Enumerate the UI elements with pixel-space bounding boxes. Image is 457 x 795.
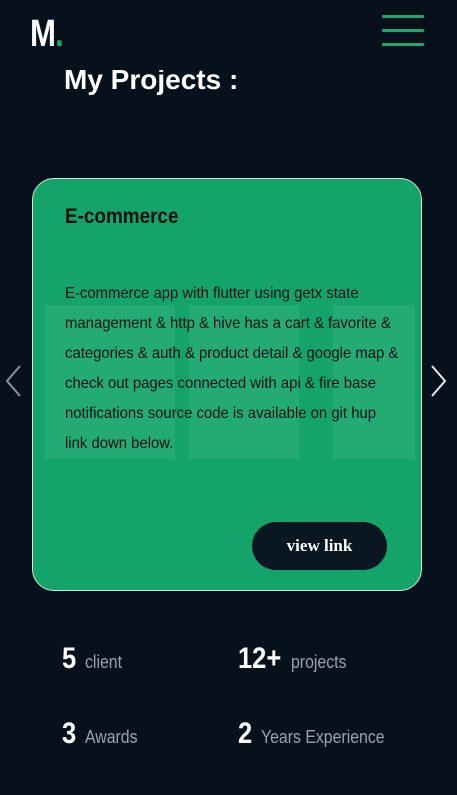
stat-number: 12+ xyxy=(238,642,282,675)
logo-letter: M xyxy=(30,13,56,55)
project-title: E-commerce xyxy=(65,205,179,228)
stat-label: Awards xyxy=(84,727,138,747)
page: M. My Projects : E-commerce E-commerce a… xyxy=(0,0,457,795)
section-title: My Projects : xyxy=(64,64,239,95)
logo[interactable]: M. xyxy=(30,12,64,56)
stat-label: projects xyxy=(290,652,347,672)
hamburger-menu-icon[interactable] xyxy=(382,14,424,48)
stat-awards: 3 Awards xyxy=(62,717,144,751)
menu-bar xyxy=(382,29,424,32)
stat-label: Years Experience xyxy=(260,727,385,747)
view-link-button[interactable]: view link xyxy=(252,522,387,570)
stat-experience: 2 Years Experience xyxy=(238,717,401,751)
project-description: E-commerce app with flutter using getx s… xyxy=(65,285,399,452)
menu-bar xyxy=(382,15,424,18)
stat-label: client xyxy=(84,652,122,672)
chevron-right-icon[interactable] xyxy=(428,364,448,398)
stat-number: 5 xyxy=(62,642,77,675)
menu-bar xyxy=(382,43,424,46)
stat-number: 2 xyxy=(238,717,253,750)
logo-dot: . xyxy=(55,13,64,55)
stat-projects: 12+ projects xyxy=(238,642,354,676)
chevron-left-icon[interactable] xyxy=(4,364,24,398)
stat-number: 3 xyxy=(62,717,77,750)
stat-clients: 5 client xyxy=(62,642,127,676)
project-card: E-commerce E-commerce app with flutter u… xyxy=(32,178,422,591)
